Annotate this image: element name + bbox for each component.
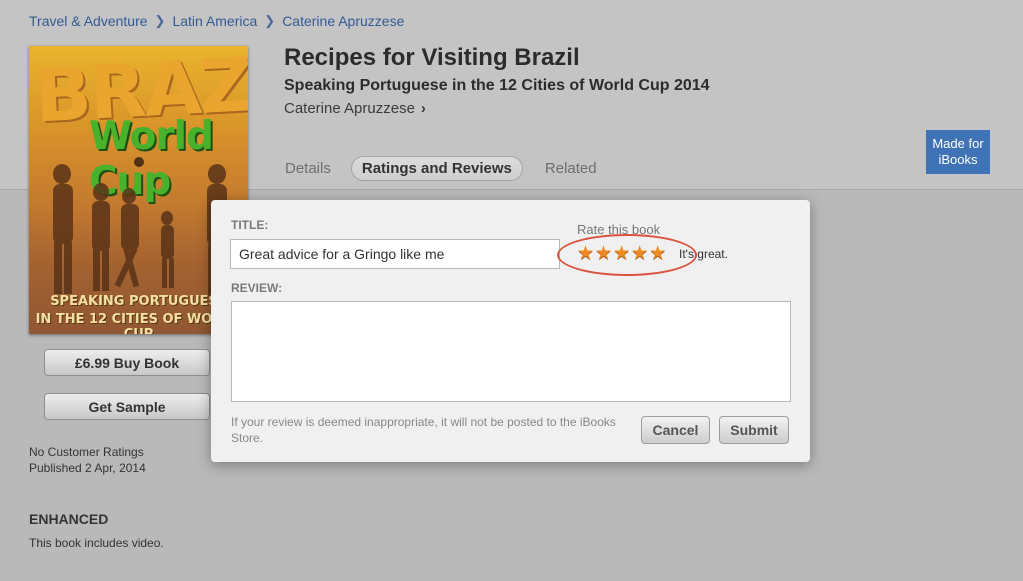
review-label: REVIEW: bbox=[231, 281, 283, 295]
breadcrumb: Travel & Adventure ❯ Latin America ❯ Cat… bbox=[29, 13, 404, 29]
customer-ratings-text: No Customer Ratings bbox=[29, 445, 144, 459]
chevron-right-icon: ❯ bbox=[264, 13, 276, 28]
published-date: Published 2 Apr, 2014 bbox=[29, 461, 146, 475]
chevron-right-icon: › bbox=[420, 100, 426, 117]
breadcrumb-author[interactable]: Caterine Apruzzese bbox=[282, 13, 404, 29]
enhanced-heading: ENHANCED bbox=[29, 511, 109, 527]
get-sample-button[interactable]: Get Sample bbox=[44, 393, 210, 420]
review-dialog: TITLE: Great advice for a Gringo like me… bbox=[211, 200, 810, 462]
made-for-ibooks-badge: Made for iBooks bbox=[926, 130, 990, 174]
highlight-circle bbox=[557, 234, 697, 276]
submit-button[interactable]: Submit bbox=[719, 416, 789, 444]
tab-details[interactable]: Details bbox=[285, 160, 331, 177]
tab-related[interactable]: Related bbox=[545, 160, 597, 177]
author-link[interactable]: Caterine Apruzzese › bbox=[284, 100, 426, 117]
badge-line2: iBooks bbox=[938, 152, 978, 167]
buy-book-button[interactable]: £6.99 Buy Book bbox=[44, 349, 210, 376]
review-textarea[interactable] bbox=[231, 301, 791, 402]
inappropriate-review-note: If your review is deemed inappropriate, … bbox=[231, 415, 616, 445]
badge-line1: Made for bbox=[932, 136, 984, 151]
breadcrumb-travel[interactable]: Travel & Adventure bbox=[29, 13, 148, 29]
breadcrumb-latin-america[interactable]: Latin America bbox=[172, 13, 257, 29]
book-subtitle: Speaking Portuguese in the 12 Cities of … bbox=[284, 77, 710, 94]
chevron-right-icon: ❯ bbox=[154, 13, 166, 28]
title-label: TITLE: bbox=[231, 218, 269, 232]
tab-bar: Details Ratings and Reviews Related bbox=[285, 156, 617, 181]
author-name: Caterine Apruzzese bbox=[284, 100, 415, 117]
book-title: Recipes for Visiting Brazil bbox=[284, 44, 580, 71]
tab-ratings-and-reviews[interactable]: Ratings and Reviews bbox=[350, 156, 523, 181]
cancel-button[interactable]: Cancel bbox=[641, 416, 710, 444]
review-title-input[interactable]: Great advice for a Gringo like me bbox=[230, 239, 560, 269]
enhanced-description: This book includes video. bbox=[29, 536, 164, 550]
